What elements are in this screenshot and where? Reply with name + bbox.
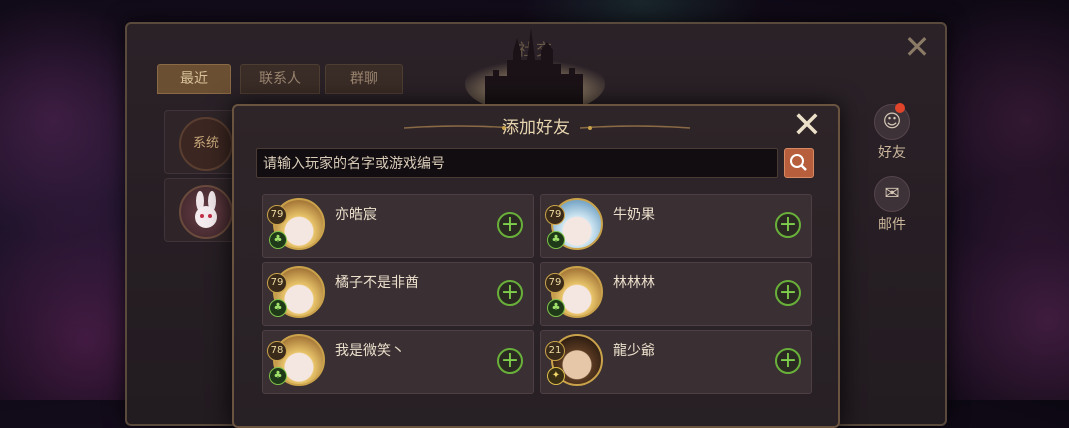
level-badge: 79 [545, 205, 565, 225]
search-icon [790, 154, 807, 171]
friends-button[interactable]: ☺ 好友 [867, 103, 917, 162]
plus-icon: + [500, 212, 520, 237]
close-icon[interactable]: ✕ [790, 108, 824, 144]
player-name: 橘子不是非酋 [335, 275, 419, 291]
player-name: 牛奶果 [613, 207, 655, 223]
plus-icon: + [778, 280, 798, 305]
level-badge: 79 [545, 273, 565, 293]
plus-icon: + [778, 212, 798, 237]
plus-icon: + [778, 348, 798, 373]
level-badge: 79 [267, 205, 287, 225]
player-card: 79 ♣ 亦皓宸 + [262, 194, 534, 258]
plus-icon: + [500, 348, 520, 373]
player-card: 79 ♣ 橘子不是非酋 + [262, 262, 534, 326]
level-badge: 21 [545, 341, 565, 361]
add-friend-button[interactable]: + [497, 280, 523, 306]
add-friend-dialog: 添加好友 ✕ 请输入玩家的名字或游戏编号 79 ♣ 亦皓宸 + 79 ♣ 牛奶果… [232, 104, 840, 428]
level-badge: 79 [267, 273, 287, 293]
player-name: 亦皓宸 [335, 207, 377, 223]
add-friend-button[interactable]: + [497, 212, 523, 238]
dialog-title-bar: 添加好友 [234, 114, 838, 142]
player-name: 龍少爺 [613, 343, 655, 359]
plus-icon: + [500, 280, 520, 305]
class-icon: ♣ [269, 299, 287, 317]
title-flourish-right [580, 125, 690, 130]
friends-icon: ☺ [874, 103, 910, 140]
player-card: 79 ♣ 林林林 + [540, 262, 812, 326]
add-friend-button[interactable]: + [775, 348, 801, 374]
bunny-avatar-icon [179, 185, 233, 239]
add-friend-button[interactable]: + [775, 280, 801, 306]
search-input[interactable]: 请输入玩家的名字或游戏编号 [256, 148, 778, 178]
class-icon: ♣ [269, 367, 287, 385]
notification-dot [895, 103, 905, 113]
dialog-title: 添加好友 [502, 118, 570, 138]
tab-group-chat[interactable]: 群聊 [325, 64, 403, 94]
system-avatar: 系统 [179, 117, 233, 171]
mail-icon: ✉ [874, 176, 910, 212]
add-friend-button[interactable]: + [775, 212, 801, 238]
player-card: 79 ♣ 牛奶果 + [540, 194, 812, 258]
player-name: 林林林 [613, 275, 655, 291]
player-card: 78 ♣ 我是微笑丶 + [262, 330, 534, 394]
class-icon: ♣ [547, 231, 565, 249]
class-icon: ♣ [547, 299, 565, 317]
mail-button[interactable]: ✉ 邮件 [867, 176, 917, 234]
class-icon: ✦ [547, 367, 565, 385]
tab-contacts[interactable]: 联系人 [240, 64, 320, 94]
search-button[interactable] [784, 148, 814, 178]
level-badge: 78 [267, 341, 287, 361]
player-name: 我是微笑丶 [335, 343, 405, 359]
castle-emblem-icon [465, 28, 605, 110]
class-icon: ♣ [269, 231, 287, 249]
mail-label: 邮件 [878, 217, 906, 233]
add-friend-button[interactable]: + [497, 348, 523, 374]
friends-label: 好友 [878, 145, 906, 161]
tab-recent[interactable]: 最近 [157, 64, 231, 94]
social-close-icon[interactable]: ✕ [902, 31, 932, 63]
player-card: 21 ✦ 龍少爺 + [540, 330, 812, 394]
